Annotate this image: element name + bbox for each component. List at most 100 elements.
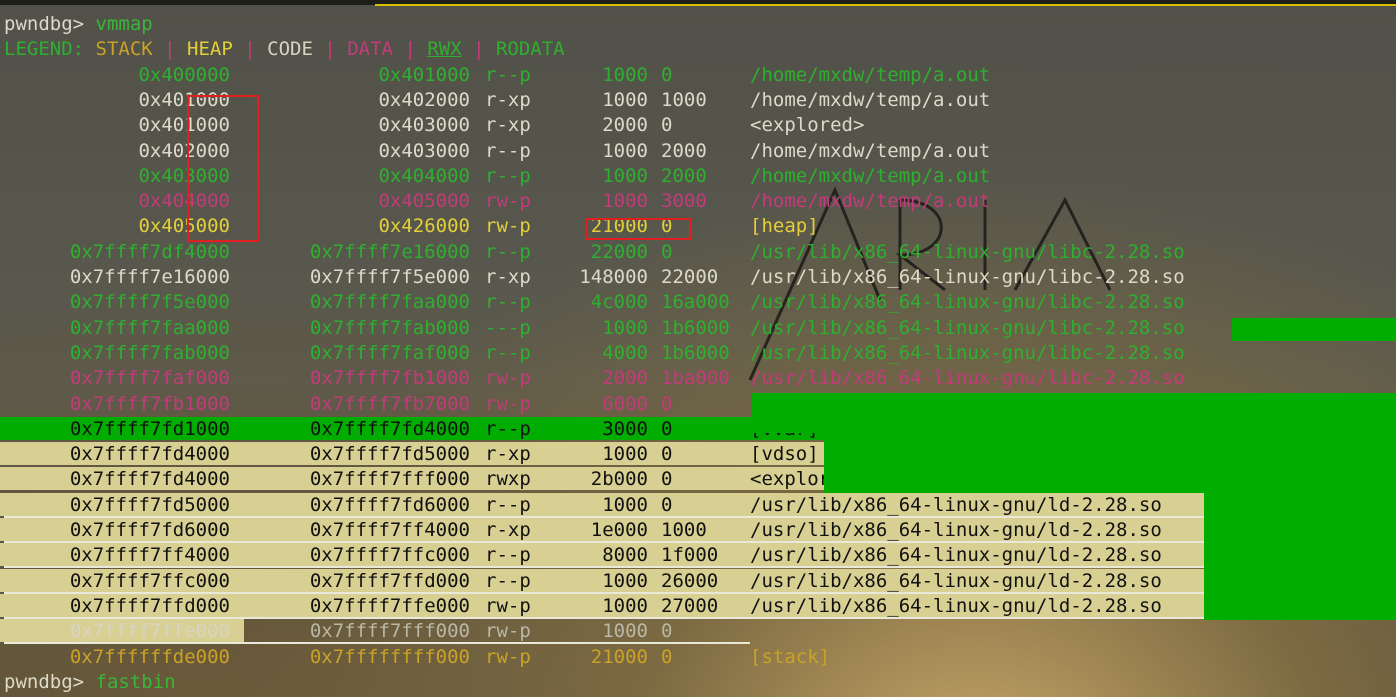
mapping-path: /home/mxdw/temp/a.out xyxy=(750,63,991,86)
terminal-tab-accent xyxy=(375,4,1396,6)
start-address: 0x7ffff7fd4000 xyxy=(69,468,230,491)
vmmap-row[interactable]: 0x7ffff7faf000 0x7ffff7fb1000 rw-p 2000 1ba0… xyxy=(0,366,1396,391)
size: 1000 xyxy=(602,443,648,466)
mapping-path: /usr/lib/x86_64-linux-gnu/libc-2.28.so xyxy=(750,341,1185,364)
size: 2000 xyxy=(602,367,648,390)
offset: 0 xyxy=(661,240,673,263)
start-address: 0x7ffff7ffc000 xyxy=(69,569,230,592)
end-address: 0x7ffff7ffe000 xyxy=(309,594,470,617)
permissions: r--p xyxy=(485,63,531,86)
offset: 3000 xyxy=(661,190,707,213)
vmmap-row[interactable]: 0x7ffff7e16000 0x7ffff7f5e000 r-xp 148000 22… xyxy=(0,265,1396,290)
start-address: 0x7ffffffde000 xyxy=(69,645,230,668)
permissions: r-xp xyxy=(485,88,531,111)
start-address: 0x7ffff7df4000 xyxy=(69,240,230,263)
mapping-path: /usr/lib/x86_64-linux-gnu/ld-2.28.so xyxy=(750,519,1162,541)
offset: 2000 xyxy=(661,139,707,162)
permissions: rw-p xyxy=(485,594,531,617)
permissions: r-xp xyxy=(485,266,531,288)
start-address: 0x7ffff7faa000 xyxy=(69,316,230,339)
mapping-path: /usr/lib/x86_64-linux-gnu/ld-2.28.so xyxy=(750,569,1162,592)
vmmap-row[interactable]: 0x7ffff7fab000 0x7ffff7faf000 r--p 4000 1b60… xyxy=(0,341,1396,366)
permissions: r--p xyxy=(485,569,531,592)
end-address: 0x7ffff7fd6000 xyxy=(309,493,470,516)
vmmap-row[interactable]: 0x7ffff7ffe000 0x7ffff7fff000 rw-p 1000 0 xyxy=(0,619,1396,645)
size: 1000 xyxy=(602,164,648,187)
mapping-path: /home/mxdw/temp/a.out xyxy=(750,190,991,213)
permissions: r-xp xyxy=(485,114,531,137)
legend-separator: | xyxy=(152,38,188,61)
vmmap-row[interactable]: 0x7ffff7fd5000 0x7ffff7fd6000 r--p 1000 0/us… xyxy=(0,492,1396,518)
offset: 0 xyxy=(661,620,673,643)
end-address: 0x402000 xyxy=(378,88,470,111)
offset: 1000 xyxy=(661,519,707,541)
end-address: 0x7ffff7faa000 xyxy=(309,291,470,314)
offset: 0 xyxy=(661,645,673,668)
legend-item-code: CODE xyxy=(267,38,313,61)
offset: 1ba000 xyxy=(661,367,730,390)
prompt-line: pwndbg> vmmap xyxy=(0,12,1396,37)
end-address: 0x7ffffffff000 xyxy=(309,645,470,668)
start-address: 0x400000 xyxy=(138,63,230,86)
vmmap-row[interactable]: 0x7ffff7df4000 0x7ffff7e16000 r--p 22000 0/u… xyxy=(0,240,1396,265)
permissions: rw-p xyxy=(485,215,531,238)
mapping-path: /usr/lib/x86_64-linux-gnu/libc-2.28.so xyxy=(750,291,1185,314)
start-address: 0x7ffff7fb1000 xyxy=(69,392,230,415)
start-address: 0x7ffff7faf000 xyxy=(69,367,230,390)
vmmap-row[interactable]: 0x7ffff7ffd000 0x7ffff7ffe000 rw-p 1000 2700… xyxy=(0,593,1396,619)
end-address: 0x7ffff7fd5000 xyxy=(309,443,470,466)
start-address: 0x7ffff7fd5000 xyxy=(69,493,230,516)
permissions: rw-p xyxy=(485,392,531,415)
vmmap-row[interactable]: 0x7ffff7ffc000 0x7ffff7ffd000 r--p 1000 2600… xyxy=(0,568,1396,594)
offset: 0 xyxy=(661,63,673,86)
end-address: 0x7ffff7fb7000 xyxy=(309,392,470,415)
permissions: r--p xyxy=(485,493,531,516)
end-address: 0x401000 xyxy=(378,63,470,86)
offset: 0 xyxy=(661,392,673,415)
legend-item-data: DATA xyxy=(347,38,393,61)
offset: 0 xyxy=(661,468,673,491)
mapping-path: /usr/lib/x86_64-linux-gnu/ld-2.28.so xyxy=(750,544,1162,567)
size: 21000 xyxy=(590,645,648,668)
size: 1000 xyxy=(602,569,648,592)
vmmap-row[interactable]: 0x7ffffffde000 0x7ffffffff000 rw-p 21000 0 [s… xyxy=(0,645,1396,670)
permissions: rw-p xyxy=(485,645,531,668)
selection-highlight-block xyxy=(1232,318,1396,341)
vmmap-row[interactable]: 0x7ffff7fd6000 0x7ffff7ff4000 r-xp 1e000 100… xyxy=(0,518,1396,543)
permissions: rw-p xyxy=(485,620,531,643)
offset: 27000 xyxy=(661,594,719,617)
permissions: r-xp xyxy=(485,519,531,541)
vmmap-row[interactable]: 0x400000 0x401000 r--p 1000 0/home/mxdw/temp… xyxy=(0,63,1396,88)
offset: 0 xyxy=(661,493,673,516)
size: 1000 xyxy=(602,620,648,643)
mapping-path: [stack] xyxy=(750,645,831,668)
size: 1000 xyxy=(602,316,648,339)
size: 3000 xyxy=(602,417,648,440)
size: 1e000 xyxy=(590,519,648,541)
end-address: 0x7ffff7fff000 xyxy=(309,468,470,491)
selection-highlight-block xyxy=(752,393,1396,433)
end-address: 0x7ffff7faf000 xyxy=(309,341,470,364)
end-address: 0x7ffff7fd4000 xyxy=(309,417,470,440)
mapping-path: /home/mxdw/temp/a.out xyxy=(750,139,991,162)
start-address: 0x7ffff7fd6000 xyxy=(69,519,230,541)
legend-item-heap: HEAP xyxy=(187,38,233,61)
vmmap-row[interactable]: 0x7ffff7ff4000 0x7ffff7ffc000 r--p 8000 1f00… xyxy=(0,543,1396,569)
prompt-label: pwndbg> xyxy=(4,670,85,693)
start-address: 0x7ffff7f5e000 xyxy=(69,291,230,314)
offset: 0 xyxy=(661,443,673,466)
command-text: vmmap xyxy=(84,13,153,35)
size: 4000 xyxy=(602,341,648,364)
end-address: 0x7ffff7f5e000 xyxy=(309,266,470,288)
vmmap-row[interactable]: 0x7ffff7faa000 0x7ffff7fab000 ---p 1000 1b60… xyxy=(0,316,1396,341)
end-address: 0x7ffff7fab000 xyxy=(309,316,470,339)
legend-item-rodata: RODATA xyxy=(495,38,565,61)
end-address: 0x405000 xyxy=(378,190,470,213)
size: 1000 xyxy=(602,493,648,516)
vmmap-row[interactable]: 0x7ffff7f5e000 0x7ffff7faa000 r--p 4c000 16a… xyxy=(0,290,1396,315)
size: 22000 xyxy=(590,240,648,263)
mapping-path: [heap] xyxy=(750,215,819,238)
end-address: 0x7ffff7fff000 xyxy=(309,620,470,643)
permissions: rw-p xyxy=(485,190,531,213)
size: 1000 xyxy=(602,63,648,86)
